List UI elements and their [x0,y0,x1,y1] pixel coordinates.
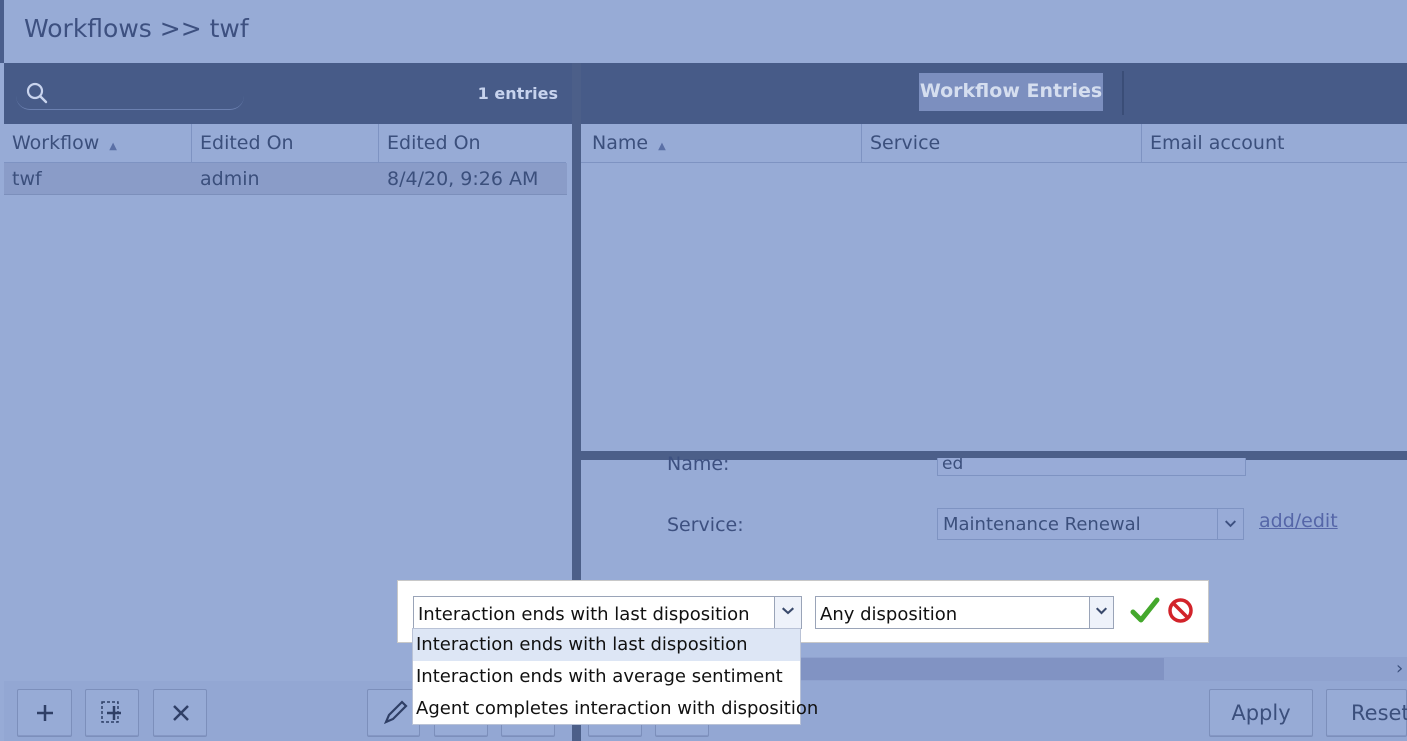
name-label: Name: [667,453,730,475]
search-input[interactable] [16,74,244,110]
chevron-down-icon[interactable] [1089,597,1113,628]
scroll-right-icon[interactable]: › [1396,658,1403,679]
service-select[interactable]: Maintenance Renewal [937,508,1244,540]
sort-ascending-icon: ▲ [658,141,666,152]
search-icon[interactable] [26,82,48,104]
cancel-icon[interactable] [1167,597,1194,624]
chevron-down-icon[interactable] [1217,509,1243,539]
column-header-edited-on[interactable]: Edited On [378,124,566,163]
condition-select[interactable]: Interaction ends with last disposition [413,596,802,629]
column-header-name[interactable]: Name ▲ [581,124,862,163]
tab-workflow-entries[interactable]: Workflow Entries [919,73,1103,111]
plus-icon [37,705,53,721]
column-header-email-account[interactable]: Email account [1141,124,1407,163]
chevron-down-icon[interactable] [774,597,801,628]
column-header-label: Workflow [12,132,100,154]
reset-button[interactable]: Reset [1326,689,1407,737]
dropdown-option[interactable]: Agent completes interaction with disposi… [413,693,818,725]
toolbar-separator [1122,71,1124,115]
column-header-label: Name [592,132,649,154]
apply-button[interactable]: Apply [1209,689,1313,737]
name-field[interactable]: ed [937,458,1246,476]
scrollbar-thumb[interactable] [790,658,1164,680]
column-header-edited-by[interactable]: Edited On [191,124,378,163]
cell-edited-by: admin [200,168,260,190]
dropdown-option[interactable]: Interaction ends with last disposition [413,629,800,661]
dropdown-option[interactable]: Interaction ends with average sentiment [413,661,800,693]
column-header-workflow[interactable]: Workflow ▲ [4,124,192,163]
duplicate-icon [101,701,121,723]
checkmark-icon[interactable] [1130,596,1160,626]
workflow-entries-list [581,163,1407,451]
cell-edited-on: 8/4/20, 9:26 AM [387,168,539,190]
add-button[interactable] [17,689,72,737]
service-label: Service: [667,514,744,536]
duplicate-button[interactable] [85,689,139,737]
disposition-select[interactable]: Any disposition [815,596,1114,629]
add-edit-link[interactable]: add/edit [1259,510,1338,532]
sort-ascending-icon: ▲ [109,141,117,152]
page-title: Workflows >> twf [24,14,249,43]
close-icon [173,705,189,721]
entries-count: 1 entries [477,84,558,103]
delete-button[interactable] [153,689,207,737]
column-header-service[interactable]: Service [861,124,1142,163]
cell-workflow: twf [12,168,42,190]
